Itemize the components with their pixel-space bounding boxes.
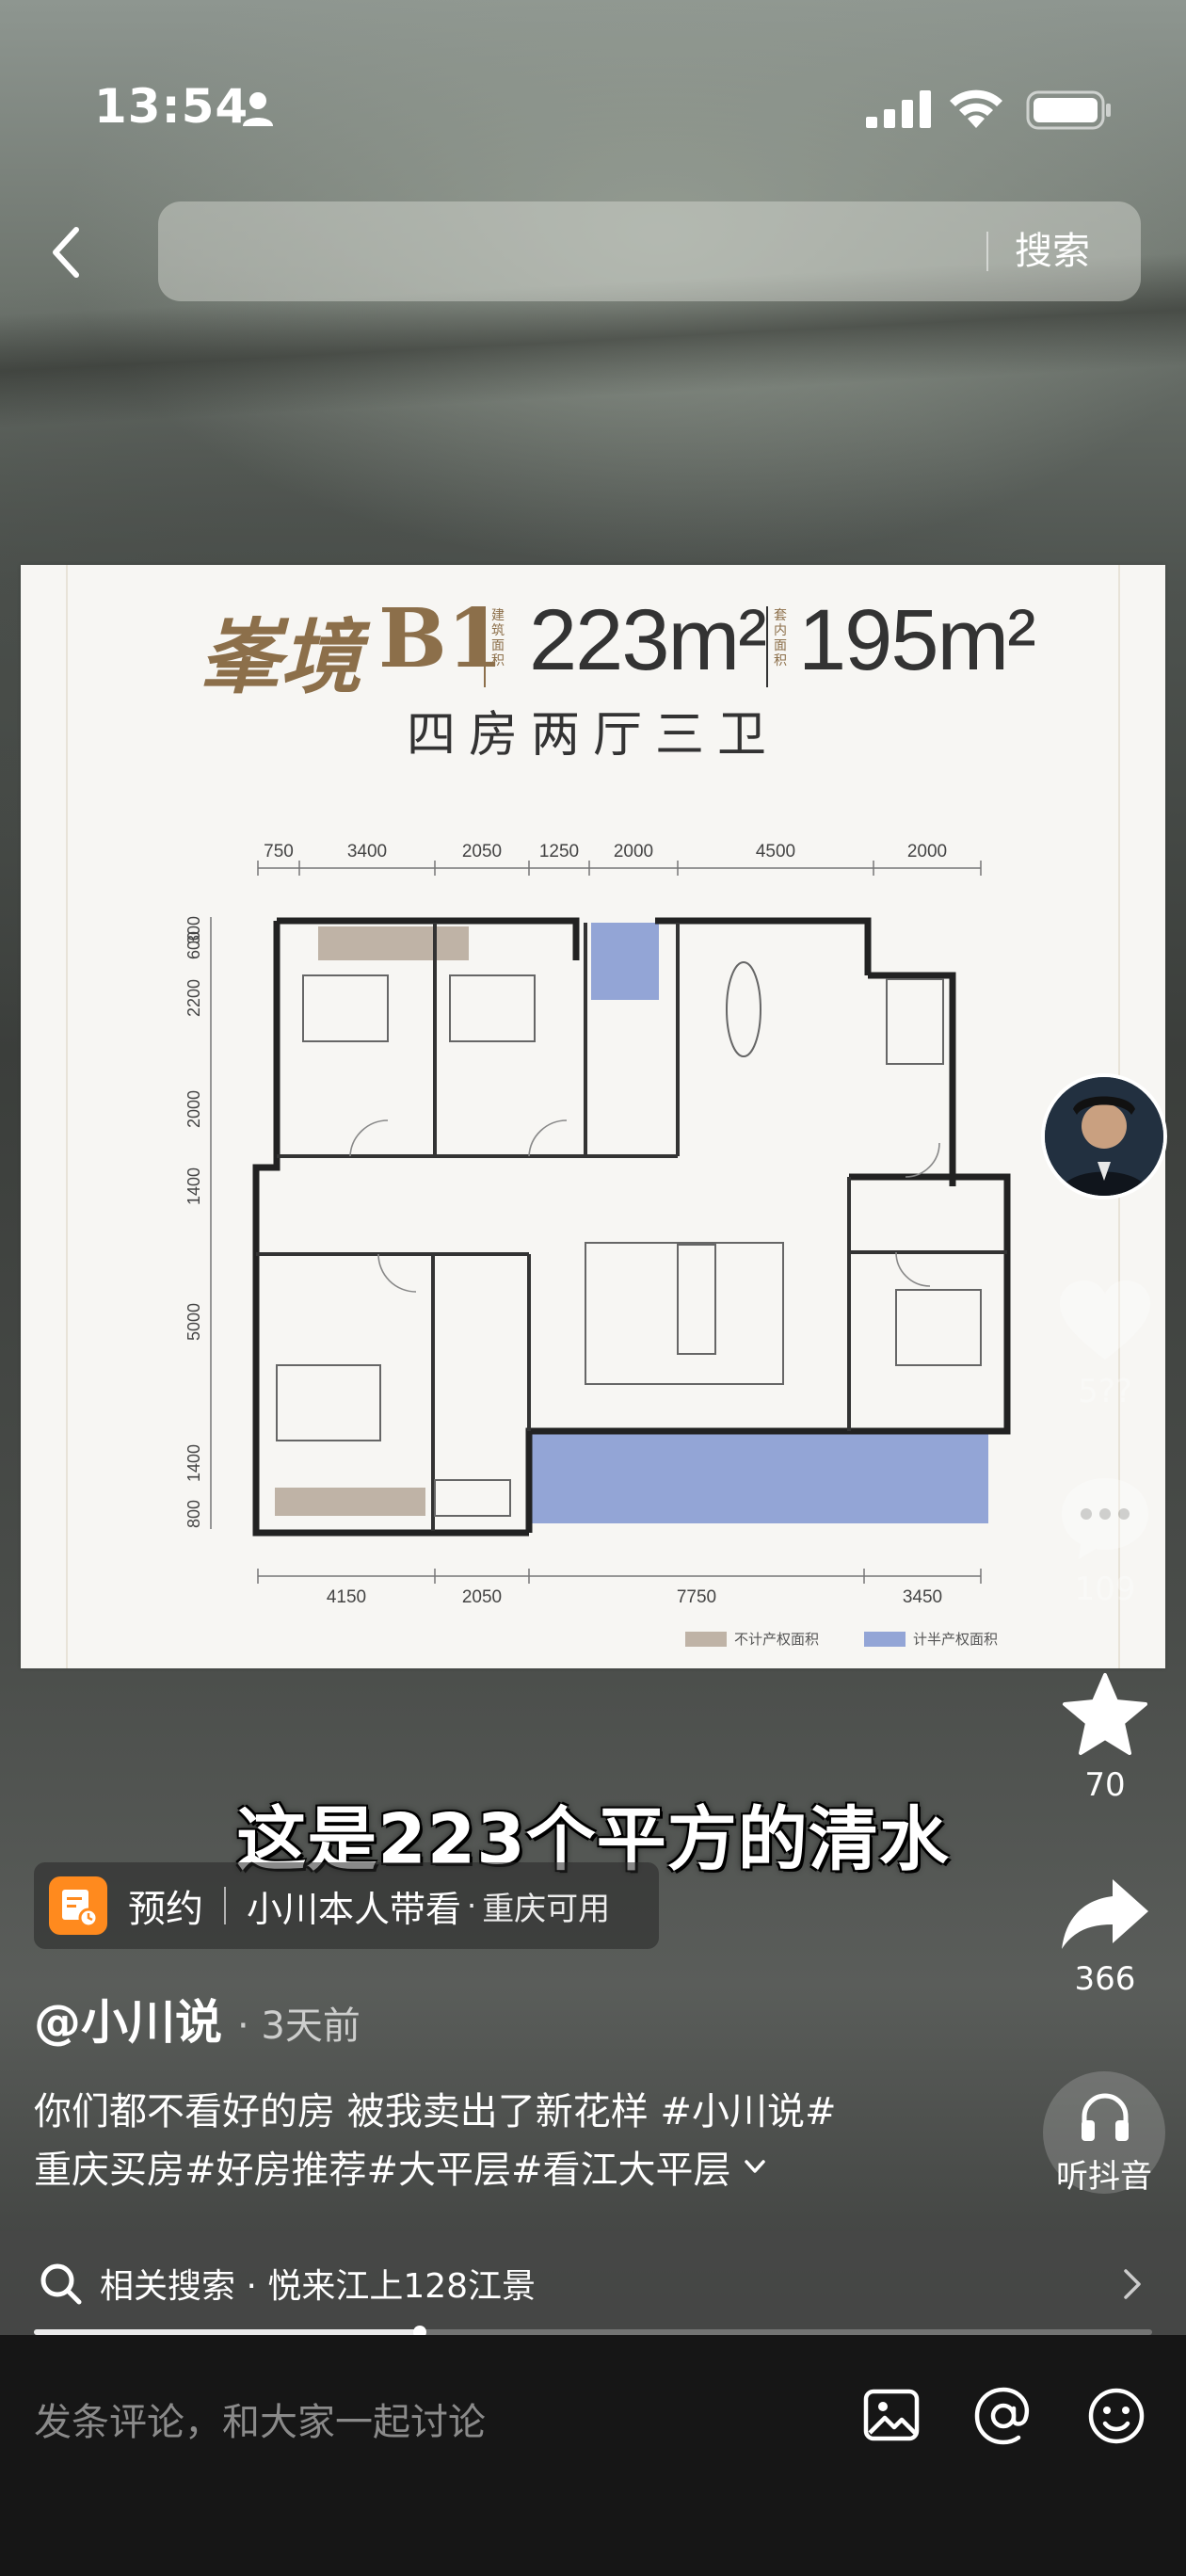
legend-rated-label: 计半产权面积 bbox=[913, 1631, 999, 1648]
image-icon[interactable] bbox=[862, 2386, 921, 2444]
author-name[interactable]: @小川说 bbox=[34, 1985, 222, 2053]
emoji-icon[interactable] bbox=[1086, 2386, 1146, 2446]
related-search-bar[interactable]: 相关搜索 · 悦来江上128江景 bbox=[0, 2231, 1186, 2335]
author-avatar[interactable] bbox=[1041, 1073, 1167, 1199]
description-line[interactable]: 重庆买房#好房推荐#大平层#看江大平层 bbox=[34, 2139, 769, 2194]
avatar-image bbox=[1045, 1077, 1163, 1196]
dimension-label: 2000 bbox=[184, 1090, 203, 1128]
at-icon[interactable] bbox=[973, 2386, 1034, 2446]
legend-swatch-unrated bbox=[685, 1631, 727, 1647]
dimension-label: 1400 bbox=[184, 1444, 203, 1482]
comment-button[interactable]: 109 bbox=[1047, 1474, 1163, 1608]
headphones-icon bbox=[1082, 2093, 1129, 2141]
dimension-label: 3450 bbox=[903, 1587, 942, 1607]
star-icon bbox=[1063, 1673, 1147, 1755]
comment-count: 109 bbox=[1074, 1570, 1136, 1608]
back-button[interactable] bbox=[41, 217, 90, 288]
unrated-strip bbox=[275, 1488, 425, 1516]
dimension-label: 2000 bbox=[907, 842, 947, 861]
dimension-label: 2200 bbox=[184, 979, 203, 1017]
dimension-label: 750 bbox=[264, 842, 294, 861]
balcony-area bbox=[531, 1431, 988, 1523]
chevron-left-icon bbox=[53, 227, 79, 278]
legend-rated: 计半产权面积 bbox=[864, 1629, 998, 1649]
calendar-clock-icon bbox=[49, 1876, 107, 1935]
listen-label: 听抖音 bbox=[1056, 2158, 1152, 2196]
share-button[interactable]: 366 bbox=[1047, 1876, 1163, 1998]
like-button[interactable]: 5?? bbox=[1047, 1279, 1163, 1410]
legend-unrated: 不计产权面积 bbox=[685, 1629, 819, 1649]
dimension-label: 4500 bbox=[756, 842, 795, 861]
chevron-down-icon[interactable] bbox=[741, 2152, 769, 2181]
author-line: @小川说 · 3天前 bbox=[34, 1985, 361, 2053]
booking-divider bbox=[224, 1887, 226, 1924]
legend-unrated-label: 不计产权面积 bbox=[734, 1631, 820, 1648]
wifi-icon bbox=[950, 89, 1002, 128]
status-time: 13:54 bbox=[94, 79, 249, 134]
booking-dot: · bbox=[467, 1888, 477, 1924]
legend-swatch-rated bbox=[864, 1631, 906, 1647]
search-input[interactable]: 搜索 bbox=[158, 201, 1141, 301]
dimension-label: 4150 bbox=[327, 1587, 366, 1607]
booking-tag[interactable]: 预约 小川本人带看 · 重庆可用 bbox=[34, 1862, 659, 1949]
heart-icon bbox=[1060, 1280, 1150, 1360]
search-icon bbox=[40, 2263, 82, 2305]
balcony-area-small bbox=[591, 923, 659, 1000]
unrated-strip bbox=[318, 926, 469, 960]
booking-label: 预约 bbox=[128, 1888, 203, 1931]
floor-plan-image: 峯境 B1 建筑面积 223m² 套内面积 195m² 四房两厅三卫 750 34… bbox=[21, 565, 1165, 1668]
comment-input[interactable]: 发条评论，和大家一起讨论 bbox=[34, 2391, 486, 2446]
door-arcs bbox=[349, 1119, 940, 1293]
dimension-label: 1250 bbox=[539, 842, 579, 861]
signal-icon bbox=[866, 90, 931, 128]
comment-bar: 发条评论，和大家一起讨论 bbox=[0, 2335, 1186, 2576]
dimension-label: 5000 bbox=[184, 1303, 203, 1341]
dimension-label: 800 bbox=[184, 1500, 203, 1528]
dimension-label: 2050 bbox=[462, 1587, 502, 1607]
floor-plan-drawing: 750 3400 2050 1250 2000 4500 2000 4150 2050 7750… bbox=[184, 842, 1011, 1607]
dimension-label: 7750 bbox=[677, 1587, 716, 1607]
dimension-label: 600 bbox=[184, 931, 203, 959]
share-icon bbox=[1062, 1879, 1148, 1949]
dimension-label: 3400 bbox=[347, 842, 387, 861]
dimension-label: 2050 bbox=[462, 842, 502, 861]
comment-icon bbox=[1062, 1478, 1148, 1559]
search-button[interactable]: 搜索 bbox=[1015, 201, 1090, 301]
dimension-label: 2000 bbox=[614, 842, 653, 861]
search-divider bbox=[986, 232, 988, 271]
post-time: · 3天前 bbox=[237, 2004, 361, 2048]
description-line[interactable]: 你们都不看好的房 被我卖出了新花样 #小川说# bbox=[34, 2081, 836, 2135]
description-text: 重庆买房#好房推荐#大平层#看江大平层 bbox=[34, 2149, 731, 2192]
dimension-label: 1400 bbox=[184, 1167, 203, 1205]
status-bar: 13:54 bbox=[0, 0, 1186, 188]
related-search-label: 相关搜索 · 悦来江上128江景 bbox=[100, 2267, 537, 2306]
booking-city: 重庆可用 bbox=[482, 1890, 611, 1928]
share-count: 366 bbox=[1074, 1960, 1136, 1998]
like-count: 5?? bbox=[1078, 1373, 1132, 1410]
chevron-right-icon bbox=[1124, 2269, 1141, 2299]
battery-icon bbox=[1026, 90, 1111, 130]
booking-host: 小川本人带看 bbox=[247, 1888, 462, 1930]
person-icon bbox=[243, 92, 273, 126]
